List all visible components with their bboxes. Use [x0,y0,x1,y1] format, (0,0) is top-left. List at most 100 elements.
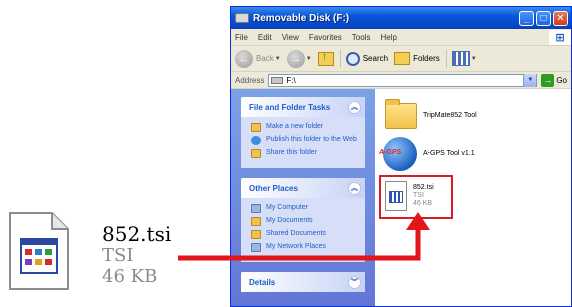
task-share-folder[interactable]: Share this folder [251,149,359,158]
task-make-new-folder[interactable]: Make a new folder [251,123,359,132]
folders-label: Folders [413,54,440,63]
file-type: TSI [413,191,424,199]
back-arrow-icon: ← [235,49,253,68]
my-computer-icon [251,204,261,213]
big-file-size: 46 KB [102,266,158,287]
file-item-agps-tool[interactable]: A-GPS A-GPS Tool v1.1 [379,137,475,171]
publish-web-icon [251,136,261,145]
agps-globe-icon: A-GPS [379,137,417,171]
panel-title: Details [249,277,276,287]
address-dropdown-button[interactable]: ▼ [523,73,537,87]
agps-badge: A-GPS [379,149,402,156]
forward-arrow-icon: → [286,49,305,68]
toolbar-divider [445,49,447,68]
big-file-name: 852.tsi [102,222,172,246]
chevron-down-icon: ▼ [305,55,312,62]
maximize-button[interactable]: □ [536,10,551,26]
place-my-network[interactable]: My Network Places [251,243,359,252]
place-shared-documents[interactable]: Shared Documents [251,230,359,239]
go-button[interactable]: → Go [541,73,567,87]
file-folder-tasks-panel: File and Folder Tasks ︽ Make a new folde… [241,97,365,168]
views-button[interactable]: ▼ [451,51,477,66]
back-button[interactable]: ← Back ▼ [235,49,281,68]
file-name: TripMate852 Tool [423,111,477,119]
search-button[interactable]: Search [345,51,389,66]
forward-button[interactable]: → ▼ [286,49,312,68]
up-folder-button[interactable] [317,49,334,66]
panel-header[interactable]: Details ︾ [241,272,365,292]
big-file-label: 852.tsi TSI 46 KB [102,224,171,286]
menu-view[interactable]: View [282,33,299,42]
folders-icon [394,52,411,65]
chevron-down-icon: ▼ [274,55,281,62]
file-item-tripmate-folder[interactable]: TripMate852 Tool [385,99,477,129]
toolbar: ← Back ▼ → ▼ Search Folders [231,46,571,72]
panel-header[interactable]: Other Places ︽ [241,178,365,198]
menu-edit[interactable]: Edit [258,33,272,42]
file-window-icon [385,181,407,211]
expand-chevron-icon[interactable]: ︾ [348,275,361,289]
folders-button[interactable]: Folders [394,52,440,65]
place-label: Shared Documents [266,230,326,237]
panel-title: File and Folder Tasks [249,102,331,112]
my-documents-icon [251,217,261,226]
go-label: Go [556,75,567,85]
search-label: Search [362,54,389,63]
screenshot-stage: 852.tsi TSI 46 KB Removable Disk (F:) _ … [0,0,572,307]
title-bar[interactable]: Removable Disk (F:) _ □ ✕ [231,7,571,29]
views-icon [451,51,470,66]
address-bar: Address F:\ ▼ → Go [231,72,571,89]
file-details: 852.tsi TSI 46 KB [413,184,434,208]
file-name: A-GPS Tool v1.1 [423,149,475,157]
collapse-chevron-icon[interactable]: ︽ [348,100,361,114]
share-folder-icon [251,149,261,158]
new-folder-icon [251,123,261,132]
file-name: 852.tsi [413,183,434,191]
up-folder-icon [317,49,334,66]
explorer-window: Removable Disk (F:) _ □ ✕ File Edit View… [230,6,572,307]
panel-title: Other Places [249,183,298,193]
collapse-chevron-icon[interactable]: ︽ [348,181,361,195]
minimize-button[interactable]: _ [519,10,534,26]
close-button[interactable]: ✕ [553,10,568,26]
place-my-computer[interactable]: My Computer [251,204,359,213]
chevron-down-icon: ▼ [470,55,477,62]
file-window-icon [9,212,69,290]
other-places-panel: Other Places ︽ My Computer My Documents [241,178,365,262]
shared-documents-icon [251,230,261,239]
window-title: Removable Disk (F:) [253,12,350,24]
search-icon [345,51,360,66]
place-label: My Network Places [266,243,326,250]
menu-favorites[interactable]: Favorites [309,33,342,42]
place-label: My Documents [266,217,313,224]
network-places-icon [251,243,261,252]
window-body: File and Folder Tasks ︽ Make a new folde… [231,89,571,306]
menu-bar: File Edit View Favorites Tools Help ⊞ [231,29,571,46]
task-pane: File and Folder Tasks ︽ Make a new folde… [231,89,375,306]
drive-icon [271,76,284,84]
file-list: TripMate852 Tool A-GPS A-GPS Tool v1.1 8… [375,89,571,306]
place-label: My Computer [266,204,309,211]
details-panel: Details ︾ [241,272,365,292]
task-publish-to-web[interactable]: Publish this folder to the Web [251,136,359,145]
file-size: 46 KB [413,200,433,208]
panel-header[interactable]: File and Folder Tasks ︽ [241,97,365,117]
address-label: Address [235,75,265,85]
toolbar-divider [339,49,341,68]
place-my-documents[interactable]: My Documents [251,217,359,226]
menu-file[interactable]: File [235,33,248,42]
address-input[interactable]: F:\ ▼ [268,73,538,87]
folder-icon [385,99,417,129]
removable-disk-icon [235,13,249,23]
back-label: Back [256,54,274,63]
task-label: Share this folder [266,149,317,156]
task-label: Make a new folder [266,123,324,130]
big-file-type: TSI [102,245,134,266]
menu-tools[interactable]: Tools [352,33,371,42]
file-item-852-tsi[interactable]: 852.tsi TSI 46 KB [385,181,434,211]
windows-logo-icon: ⊞ [549,29,571,45]
task-label: Publish this folder to the Web [266,136,357,143]
menu-help[interactable]: Help [380,33,396,42]
address-value: F:\ [286,75,296,85]
go-arrow-icon: → [541,73,555,87]
